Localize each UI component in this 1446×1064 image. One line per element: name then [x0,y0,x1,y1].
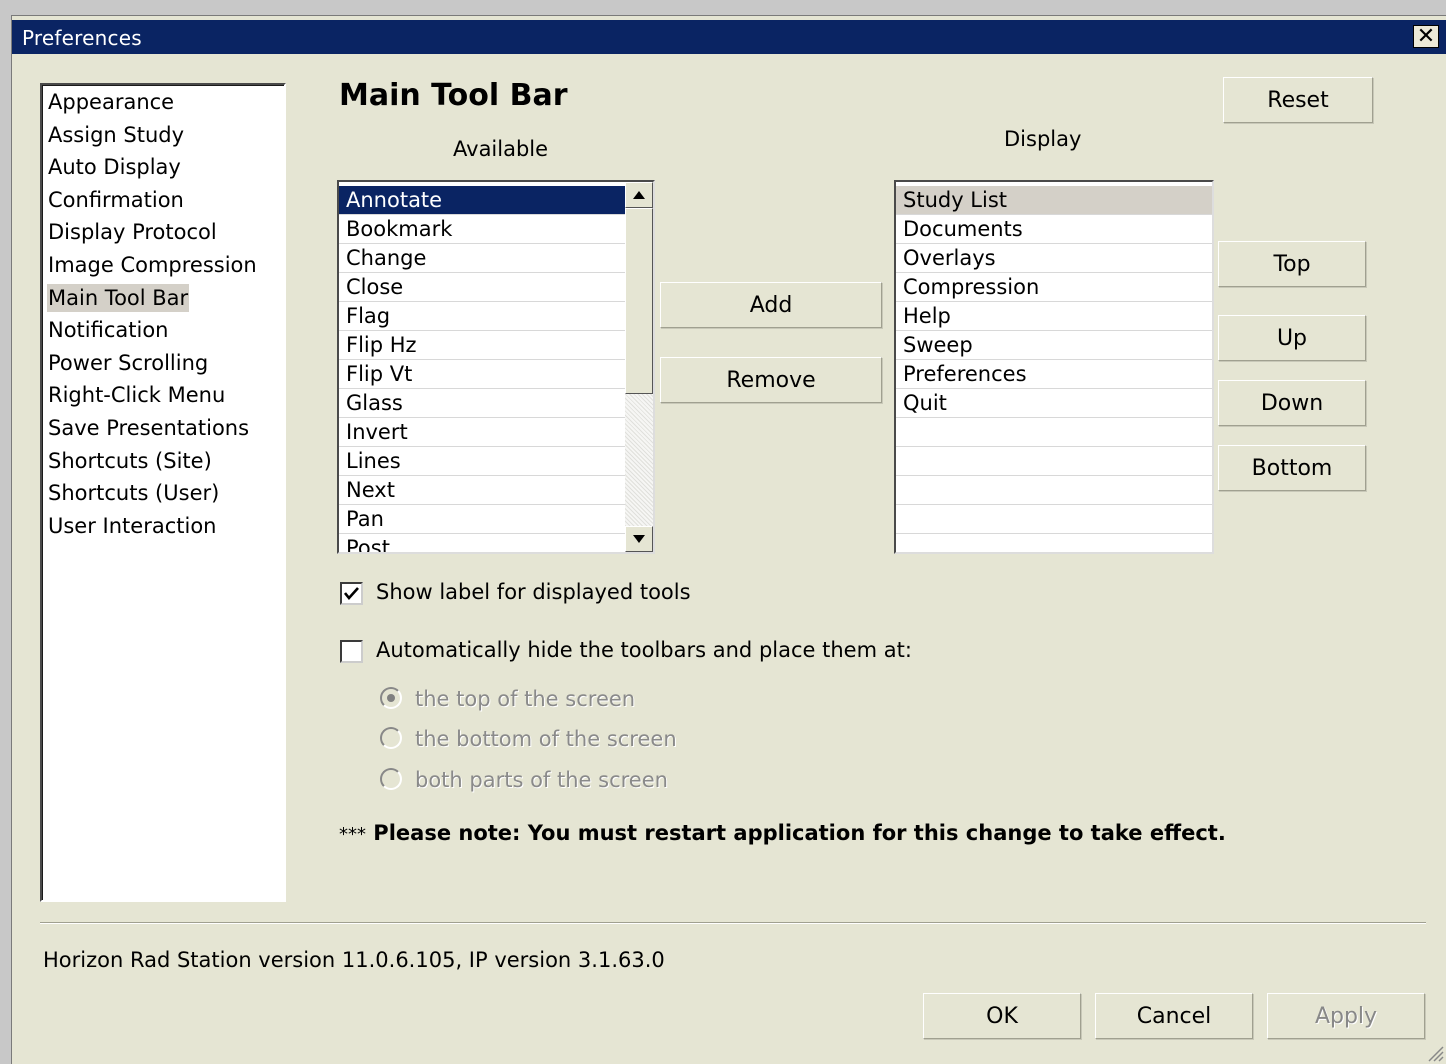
display-tool-item[interactable]: Help [896,302,1212,331]
category-item[interactable]: Right-Click Menu [47,381,226,409]
radio-top-label: the top of the screen [415,687,636,711]
reset-button[interactable]: Reset [1223,77,1373,123]
category-item[interactable]: Confirmation [47,186,185,214]
display-tool-item[interactable] [896,476,1212,505]
display-tool-item[interactable]: Quit [896,389,1212,418]
radio-bottom-label: the bottom of the screen [415,727,677,751]
category-item[interactable]: Auto Display [47,153,182,181]
radio-top-of-screen[interactable] [380,687,402,709]
remove-button[interactable]: Remove [660,357,882,403]
radio-selected-dot [387,694,395,702]
radio-bottom-of-screen[interactable] [380,727,402,749]
available-tool-item[interactable]: Pan [339,505,625,534]
up-button[interactable]: Up [1218,315,1366,361]
category-list[interactable]: Appearance Assign Study Auto Display Confir… [40,83,286,902]
category-item[interactable]: Power Scrolling [47,349,209,377]
add-button[interactable]: Add [660,282,882,328]
display-tool-item[interactable] [896,418,1212,447]
window-title: Preferences [22,26,142,50]
display-tool-item[interactable] [896,505,1212,534]
note-text: Please note: You must restart applicatio… [366,821,1226,845]
bottom-button[interactable]: Bottom [1218,445,1366,491]
category-item[interactable]: Shortcuts (User) [47,479,220,507]
close-icon: ✕ [1416,23,1436,49]
resize-grip-icon[interactable] [1424,1042,1444,1062]
available-tool-item[interactable]: Flip Vt [339,360,625,389]
display-tool-item[interactable]: Overlays [896,244,1212,273]
available-tool-item[interactable]: Flag [339,302,625,331]
category-item[interactable]: Appearance [47,88,175,116]
available-tool-item[interactable]: Close [339,273,625,302]
display-tool-item[interactable] [896,447,1212,476]
apply-button[interactable]: Apply [1267,993,1425,1039]
category-item[interactable]: Main Tool Bar [47,283,190,312]
display-tool-item[interactable]: Preferences [896,360,1212,389]
display-caption: Display [1004,127,1082,151]
category-item[interactable]: Display Protocol [47,218,218,246]
available-tools-list[interactable]: Annotate Bookmark Change Close Flag Flip Hz Fl… [337,180,655,554]
available-tool-item[interactable]: Bookmark [339,215,625,244]
ok-button[interactable]: OK [923,993,1081,1039]
radio-both-label: both parts of the screen [415,768,668,792]
version-info: Horizon Rad Station version 11.0.6.105, … [43,948,665,972]
scroll-down-button[interactable] [625,526,653,552]
display-tool-item[interactable]: Compression [896,273,1212,302]
auto-hide-text: Automatically hide the toolbars and plac… [376,638,912,662]
display-tool-item[interactable] [896,534,1212,552]
restart-note: *** Please note: You must restart applic… [339,821,1226,845]
category-item[interactable]: Save Presentations [47,414,250,442]
top-button[interactable]: Top [1218,241,1366,287]
separator [40,922,1426,924]
checkmark-icon [344,587,359,600]
available-tool-item[interactable]: Post [339,534,625,552]
display-tools-list[interactable]: Study List Documents Overlays Compression He… [894,180,1214,554]
category-item[interactable]: Image Compression [47,251,258,279]
category-item[interactable]: Assign Study [47,121,185,149]
available-tool-item[interactable]: Next [339,476,625,505]
title-bar[interactable]: Preferences ✕ [12,20,1446,54]
scroll-up-button[interactable] [625,182,653,208]
available-tool-item[interactable]: Change [339,244,625,273]
preferences-dialog: Preferences ✕ Appearance Assign Study Auto… [11,15,1446,1064]
arrow-up-icon [633,191,645,199]
available-tool-item[interactable]: Lines [339,447,625,476]
category-item[interactable]: Notification [47,316,170,344]
show-label-checkbox[interactable] [340,582,363,605]
section-title: Main Tool Bar [339,78,568,113]
down-button[interactable]: Down [1218,380,1366,426]
available-tool-item[interactable]: Invert [339,418,625,447]
display-tool-item[interactable]: Sweep [896,331,1212,360]
available-tool-item[interactable]: Annotate [339,186,625,215]
auto-hide-checkbox[interactable] [340,640,363,663]
category-item[interactable]: Shortcuts (Site) [47,447,213,475]
available-scrollbar[interactable] [625,182,653,552]
arrow-down-icon [633,535,645,543]
note-asterisks: *** [339,824,366,845]
available-caption: Available [453,137,549,161]
cancel-button[interactable]: Cancel [1095,993,1253,1039]
radio-both-parts[interactable] [380,768,402,790]
scrollbar-track[interactable] [625,394,653,526]
display-tool-item[interactable]: Documents [896,215,1212,244]
scrollbar-thumb[interactable] [625,208,653,394]
available-tool-item[interactable]: Flip Hz [339,331,625,360]
category-item[interactable]: User Interaction [47,512,217,540]
available-tool-item[interactable]: Glass [339,389,625,418]
close-button[interactable]: ✕ [1413,25,1439,48]
show-label-text: Show label for displayed tools [376,580,691,604]
display-tool-item[interactable]: Study List [896,186,1212,215]
